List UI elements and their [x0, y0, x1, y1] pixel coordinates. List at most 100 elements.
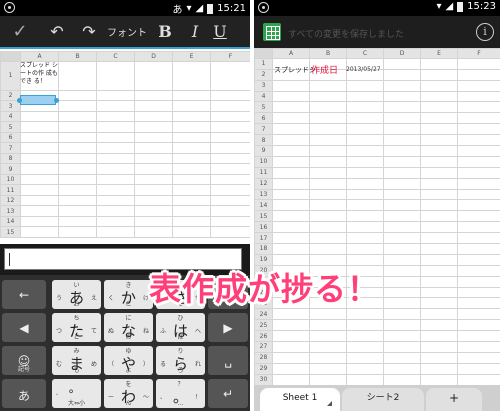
grid-cell[interactable]	[309, 155, 347, 168]
row-header[interactable]: 10	[254, 155, 273, 168]
grid-cell[interactable]	[309, 210, 347, 223]
grid-cell[interactable]	[420, 341, 458, 353]
row-header[interactable]: 11	[0, 184, 21, 196]
grid-cell[interactable]	[383, 145, 421, 157]
grid-cell[interactable]	[457, 188, 500, 201]
grid-cell[interactable]	[420, 319, 458, 332]
grid-cell[interactable]	[457, 177, 500, 190]
column-header[interactable]: B	[309, 48, 347, 59]
row-header[interactable]: 7	[254, 123, 273, 136]
grid-cell[interactable]	[420, 232, 458, 245]
row-header[interactable]: 1	[0, 60, 21, 91]
grid-cell[interactable]	[346, 199, 384, 212]
row-header[interactable]: 12	[254, 177, 273, 190]
row-header[interactable]: 24	[254, 308, 273, 321]
grid-cell[interactable]	[20, 110, 59, 123]
keyboard-key[interactable]: ↵	[208, 379, 248, 408]
grid-cell[interactable]	[420, 297, 458, 310]
grid-cell[interactable]	[309, 362, 347, 375]
grid-cell[interactable]	[58, 173, 97, 186]
column-header[interactable]: C	[96, 51, 135, 62]
grid-cell[interactable]	[272, 330, 310, 343]
row-header[interactable]: 18	[254, 243, 273, 255]
grid-cell[interactable]	[58, 215, 97, 228]
grid-cell[interactable]	[20, 163, 59, 175]
grid-cell[interactable]	[457, 351, 500, 364]
grid-cell[interactable]	[420, 177, 458, 190]
row-header[interactable]: 15	[254, 210, 273, 223]
grid-cell[interactable]	[420, 221, 458, 234]
bold-button[interactable]: B	[150, 22, 180, 41]
grid-cell[interactable]	[346, 155, 384, 168]
done-check-button[interactable]: ✓	[0, 21, 40, 42]
keyboard-key[interactable]: ？、。！…	[156, 379, 205, 408]
row-header[interactable]: 26	[254, 330, 273, 343]
grid-cell[interactable]	[420, 134, 458, 147]
grid-cell[interactable]	[457, 79, 500, 92]
grid-cell[interactable]	[172, 226, 211, 238]
row-header[interactable]: 9	[0, 163, 21, 175]
keyboard-key[interactable]: ▶	[208, 313, 248, 342]
grid-cell[interactable]	[346, 145, 384, 157]
grid-cell[interactable]	[272, 134, 310, 147]
row-header[interactable]: 13	[0, 205, 21, 217]
grid-cell[interactable]	[20, 142, 59, 154]
grid-cell[interactable]	[346, 79, 384, 92]
grid-cell[interactable]	[383, 101, 421, 114]
grid-cell[interactable]	[96, 100, 135, 112]
grid-cell[interactable]	[272, 362, 310, 375]
grid-cell[interactable]	[309, 145, 347, 157]
grid-cell[interactable]	[383, 177, 421, 190]
grid-cell[interactable]	[383, 155, 421, 168]
grid-cell[interactable]	[309, 243, 347, 255]
column-header[interactable]: C	[346, 48, 384, 59]
grid-cell[interactable]	[457, 243, 500, 255]
grid-cell[interactable]	[457, 308, 500, 321]
grid-cell[interactable]	[383, 341, 421, 353]
grid-cell[interactable]	[309, 232, 347, 245]
grid-cell[interactable]	[272, 221, 310, 234]
grid-cell[interactable]	[134, 173, 173, 186]
grid-cell[interactable]	[272, 112, 310, 125]
grid-cell[interactable]	[309, 319, 347, 332]
row-header[interactable]: 5	[254, 101, 273, 114]
grid-cell[interactable]	[309, 308, 347, 321]
row-header[interactable]: 9	[254, 145, 273, 157]
info-icon[interactable]: i	[476, 23, 494, 41]
grid-cell[interactable]	[383, 362, 421, 375]
row-header[interactable]: 14	[254, 199, 273, 212]
grid-cell[interactable]	[346, 166, 384, 179]
grid-cell[interactable]	[134, 184, 173, 196]
row-header[interactable]: 29	[254, 362, 273, 375]
row-header[interactable]: 10	[0, 173, 21, 186]
row-header[interactable]: 8	[254, 134, 273, 147]
grid-cell[interactable]	[58, 226, 97, 238]
grid-cell[interactable]	[346, 177, 384, 190]
grid-cell[interactable]	[420, 275, 458, 288]
row-header[interactable]: 11	[254, 166, 273, 179]
grid-cell[interactable]	[20, 184, 59, 196]
column-header[interactable]: F	[210, 51, 250, 62]
column-header[interactable]: E	[172, 51, 211, 62]
grid-cell[interactable]	[346, 319, 384, 332]
grid-cell[interactable]	[383, 210, 421, 223]
cell-selection-a2[interactable]	[17, 95, 59, 105]
grid-cell[interactable]	[383, 275, 421, 288]
grid-cell[interactable]	[383, 253, 421, 266]
grid-cell[interactable]	[134, 205, 173, 217]
grid-cell[interactable]	[134, 142, 173, 154]
grid-cell[interactable]	[383, 232, 421, 245]
grid-cell[interactable]	[420, 253, 458, 266]
grid-cell[interactable]	[457, 330, 500, 343]
grid-cell[interactable]	[383, 134, 421, 147]
keyboard-key[interactable]: きくかけこ	[104, 280, 153, 309]
grid-cell[interactable]	[210, 152, 250, 165]
keyboard-key[interactable]: ☺ 記号	[2, 346, 46, 375]
grid-cell[interactable]	[134, 110, 173, 123]
grid-cell[interactable]	[420, 351, 458, 364]
keyboard-key[interactable]: りるられろ	[156, 346, 205, 375]
grid-cell[interactable]	[58, 142, 97, 154]
keyboard-key[interactable]: ゆ（や）よ	[104, 346, 153, 375]
cell-b1[interactable]: 作成日	[311, 63, 338, 76]
grid-cell[interactable]	[420, 330, 458, 343]
